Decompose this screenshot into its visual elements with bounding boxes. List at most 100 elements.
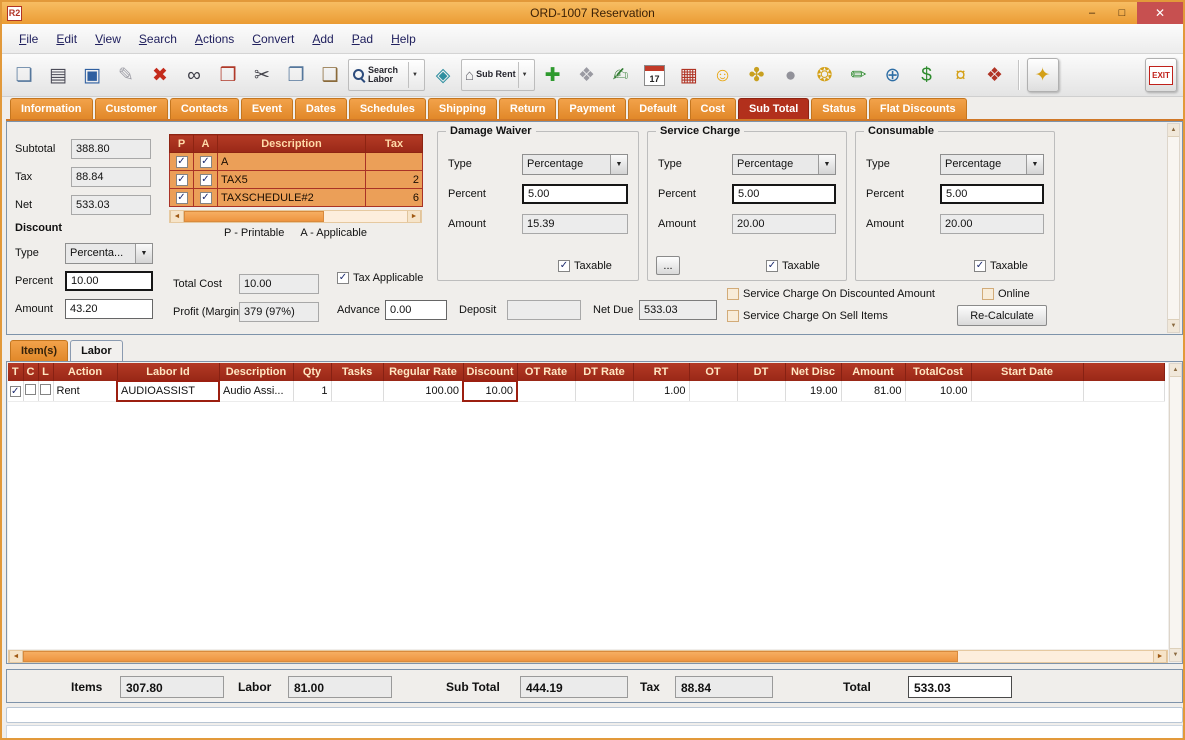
tab-event[interactable]: Event (241, 98, 293, 119)
menu-item-convert[interactable]: Convert (243, 27, 303, 51)
labor-col-ot[interactable]: OT (689, 363, 737, 381)
printable-cell[interactable]: ✓ (170, 171, 194, 189)
tab-default[interactable]: Default (628, 98, 687, 119)
tax-value-cell[interactable]: 2 (366, 171, 423, 189)
labor-col-start-date[interactable]: Start Date (971, 363, 1083, 381)
gift-icon[interactable]: ✤ (741, 58, 773, 92)
labor-cell-rt[interactable]: 1.00 (633, 381, 689, 401)
dw-percent-field[interactable]: 5.00 (522, 184, 628, 204)
labor-col-totalcost[interactable]: TotalCost (905, 363, 971, 381)
chevron-down-icon[interactable]: ▼ (518, 62, 531, 88)
labor-cell-dt[interactable] (737, 381, 785, 401)
labor-cell-action[interactable]: Rent (53, 381, 117, 401)
menu-item-search[interactable]: Search (130, 27, 186, 51)
labor-cell-tasks[interactable] (331, 381, 383, 401)
scrollbar-thumb[interactable] (184, 211, 324, 222)
labor-vscrollbar[interactable]: ▲ ▼ (1169, 363, 1182, 662)
labor-col-dt-rate[interactable]: DT Rate (575, 363, 633, 381)
new-document-icon[interactable]: ❏ (8, 58, 40, 92)
menu-item-view[interactable]: View (86, 27, 130, 51)
tab-payment[interactable]: Payment (558, 98, 626, 119)
sc-sell-checkbox[interactable]: Service Charge On Sell Items (727, 310, 888, 322)
smiley-icon[interactable]: ☺ (707, 58, 739, 92)
menu-item-edit[interactable]: Edit (47, 27, 86, 51)
dw-taxable-checkbox[interactable]: ✓ Taxable (558, 260, 612, 272)
exit-button[interactable]: EXIT (1145, 58, 1177, 92)
sc-taxable-checkbox[interactable]: ✓ Taxable (766, 260, 820, 272)
tab-contacts[interactable]: Contacts (170, 98, 239, 119)
discount-percent-field[interactable]: 10.00 (65, 271, 153, 291)
labor-cell-regular-rate[interactable]: 100.00 (383, 381, 463, 401)
dollar-icon[interactable]: $ (911, 58, 943, 92)
scroll-down-icon[interactable]: ▼ (1168, 319, 1179, 332)
minimize-button[interactable]: – (1077, 2, 1107, 24)
recalculate-button[interactable]: Re-Calculate (957, 305, 1047, 326)
labor-col-description[interactable]: Description (219, 363, 293, 381)
tax-table-row[interactable]: ✓✓A (170, 153, 423, 171)
labor-col-amount[interactable]: Amount (841, 363, 905, 381)
labor-col-l[interactable]: L (38, 363, 53, 381)
menu-item-pad[interactable]: Pad (343, 27, 382, 51)
labor-cell-start-date[interactable] (971, 381, 1083, 401)
chevron-down-icon[interactable]: ▼ (408, 62, 421, 88)
labor-col-t[interactable]: T (8, 363, 23, 381)
sc-type-combo[interactable]: Percentage ▼ (732, 154, 836, 175)
tab-schedules[interactable]: Schedules (349, 98, 426, 119)
applicable-cell[interactable]: ✓ (194, 189, 218, 207)
labor-cell-net-disc[interactable]: 19.00 (785, 381, 841, 401)
printable-cell[interactable]: ✓ (170, 189, 194, 207)
labor-cell-l[interactable] (38, 381, 53, 401)
menu-item-add[interactable]: Add (303, 27, 342, 51)
scrollbar-thumb[interactable] (23, 651, 958, 662)
add-icon[interactable]: ✚ (537, 58, 569, 92)
organization-icon[interactable]: ▦ (673, 58, 705, 92)
search-labor-button[interactable]: Search Labor▼ (348, 59, 425, 91)
tax-value-cell[interactable]: 6 (366, 189, 423, 207)
applicable-cell[interactable]: ✓ (194, 153, 218, 171)
tax-table-row[interactable]: ✓✓TAX52 (170, 171, 423, 189)
tax-applicable-checkbox[interactable]: ✓ Tax Applicable (337, 272, 423, 284)
labor-hscrollbar[interactable]: ◄ ► (8, 650, 1168, 663)
tab-information[interactable]: Information (10, 98, 93, 119)
stone-icon[interactable]: ● (775, 58, 807, 92)
subtotal-vscrollbar[interactable]: ▲ ▼ (1167, 123, 1180, 333)
shapes-icon[interactable]: ◈ (427, 58, 459, 92)
menu-item-file[interactable]: File (10, 27, 47, 51)
labor-col-discount[interactable]: Discount (463, 363, 517, 381)
money-stack-icon[interactable]: ❖ (979, 58, 1011, 92)
scroll-up-icon[interactable]: ▲ (1170, 364, 1181, 377)
binoculars-icon[interactable]: ∞ (178, 58, 210, 92)
labor-cell-description[interactable]: Audio Assi... (219, 381, 293, 401)
globe-icon[interactable]: ⊕ (877, 58, 909, 92)
labor-cell-qty[interactable]: 1 (293, 381, 331, 401)
paste-icon[interactable]: ❑ (314, 58, 346, 92)
delete-icon[interactable]: ✖ (144, 58, 176, 92)
tab-return[interactable]: Return (499, 98, 556, 119)
cut-icon[interactable]: ✂ (246, 58, 278, 92)
tax-value-cell[interactable] (366, 153, 423, 171)
labor-col-c[interactable]: C (23, 363, 38, 381)
gold-icon[interactable]: ❂ (809, 58, 841, 92)
labor-cell-labor-id[interactable]: AUDIOASSIST (117, 381, 219, 401)
labor-cell-t[interactable]: ✓ (8, 381, 23, 401)
tab-labor[interactable]: Labor (70, 340, 123, 361)
labor-cell-ot[interactable] (689, 381, 737, 401)
printable-cell[interactable]: ✓ (170, 153, 194, 171)
coins-icon[interactable]: ¤ (945, 58, 977, 92)
sc-more-button[interactable]: ... (656, 256, 680, 275)
tab-item-s-[interactable]: Item(s) (10, 340, 68, 361)
sub-rent-button[interactable]: ⌂Sub Rent▼ (461, 59, 535, 91)
sc-percent-field[interactable]: 5.00 (732, 184, 836, 204)
sc-discounted-checkbox[interactable]: Service Charge On Discounted Amount (727, 288, 935, 300)
calendar-icon[interactable]: 17 (639, 58, 671, 92)
advance-field[interactable]: 0.00 (385, 300, 447, 320)
magic-wand-icon[interactable]: ✦ (1027, 58, 1059, 92)
labor-col-tasks[interactable]: Tasks (331, 363, 383, 381)
labor-col-regular-rate[interactable]: Regular Rate (383, 363, 463, 381)
labor-cell-total-cost[interactable]: 10.00 (905, 381, 971, 401)
labor-cell-c[interactable] (23, 381, 38, 401)
labor-row[interactable]: ✓RentAUDIOASSISTAudio Assi...1100.0010.0… (8, 381, 1165, 401)
labor-cell-discount[interactable]: 10.00 (463, 381, 517, 401)
tab-cost[interactable]: Cost (690, 98, 736, 119)
tax-description-cell[interactable]: TAXSCHEDULE#2 (218, 189, 366, 207)
